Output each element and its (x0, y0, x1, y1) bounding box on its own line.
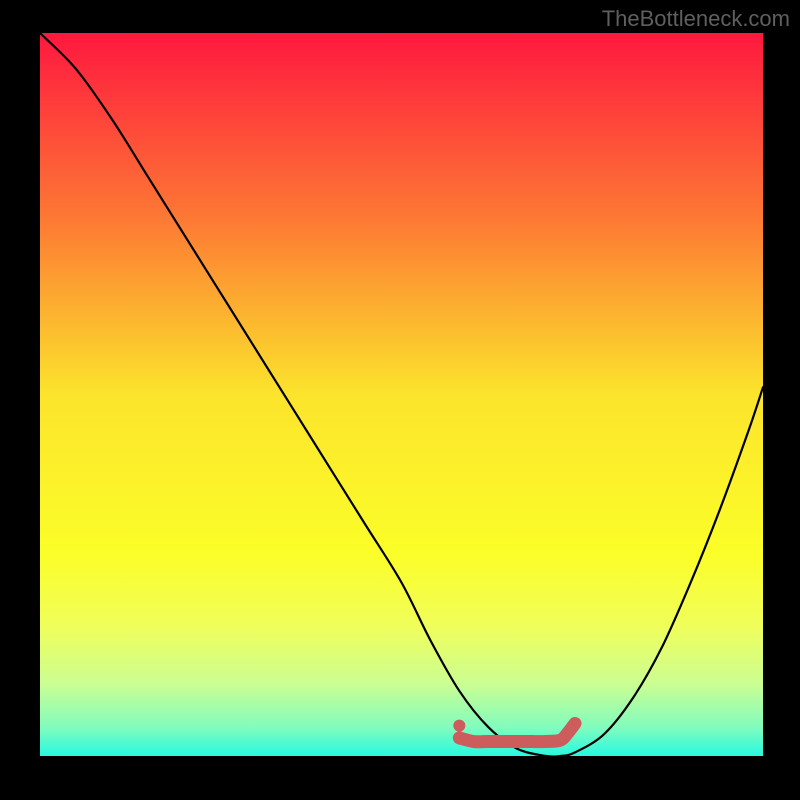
optimal-start-dot (453, 720, 465, 732)
chart-svg (0, 0, 800, 800)
watermark-label: TheBottleneck.com (602, 6, 790, 32)
plot-background (40, 33, 763, 756)
chart-frame: TheBottleneck.com (0, 0, 800, 800)
